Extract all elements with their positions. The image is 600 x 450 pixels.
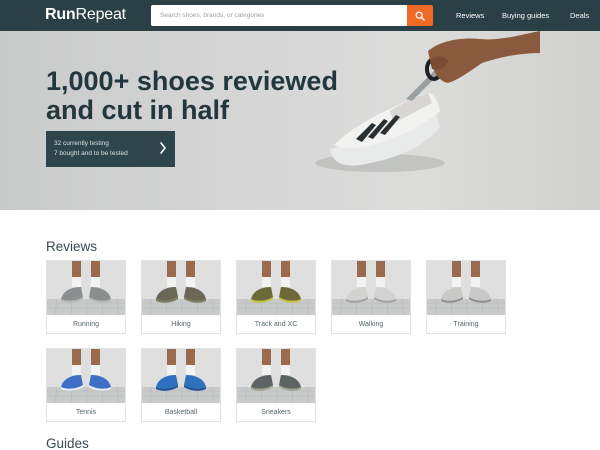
nav-buying-guides[interactable]: Buying guides <box>502 11 549 20</box>
chevron-right-icon <box>160 142 166 154</box>
currently-testing-text: 32 currently testing <box>54 140 109 147</box>
category-card[interactable]: Training <box>426 260 506 334</box>
category-card[interactable]: Basketball <box>141 348 221 422</box>
category-thumbnail <box>237 349 315 403</box>
bought-to-test-text: 7 bought and to be tested <box>54 150 128 157</box>
hero-shoe-cut-image <box>315 31 540 172</box>
logo-text-light: Repeat <box>75 6 127 23</box>
category-card[interactable]: Tennis <box>46 348 126 422</box>
category-thumbnail <box>47 261 125 315</box>
category-card[interactable]: Sneakers <box>236 348 316 422</box>
hero-banner: 1,000+ shoes reviewed and cut in half 32… <box>0 31 600 210</box>
search-input[interactable] <box>151 5 407 26</box>
site-header: RunRepeat Reviews Buying guides Deals <box>0 0 600 31</box>
search-button[interactable] <box>407 5 433 26</box>
runrepeat-logo[interactable]: RunRepeat <box>45 6 126 24</box>
category-card[interactable]: Walking <box>331 260 411 334</box>
reviews-section-title: Reviews <box>46 239 98 254</box>
category-card-label: Tennis <box>75 409 97 416</box>
search-bar <box>151 5 433 26</box>
category-card-label: Training <box>453 321 479 328</box>
category-card-label: Running <box>72 321 100 328</box>
category-card[interactable]: Running <box>46 260 126 334</box>
category-card-label: Basketball <box>164 409 198 416</box>
category-thumbnail <box>142 261 220 315</box>
category-card-label: Hiking <box>171 321 191 328</box>
category-thumbnail <box>427 261 505 315</box>
guides-section-title: Guides <box>46 436 89 450</box>
category-card-label: Track and XC <box>254 321 298 328</box>
testing-stats-button[interactable]: 32 currently testing 7 bought and to be … <box>46 131 175 167</box>
category-card-label: Sneakers <box>261 409 291 416</box>
category-card[interactable]: Hiking <box>141 260 221 334</box>
logo-text-bold: Run <box>45 6 76 23</box>
category-card-label: Walking <box>358 321 384 328</box>
search-icon <box>415 11 425 21</box>
nav-reviews[interactable]: Reviews <box>456 11 484 20</box>
category-card[interactable]: Track and XC <box>236 260 316 334</box>
category-thumbnail <box>332 261 410 315</box>
category-thumbnail <box>47 349 125 403</box>
nav-deals[interactable]: Deals <box>570 11 589 20</box>
category-thumbnail <box>237 261 315 315</box>
category-thumbnail <box>142 349 220 403</box>
